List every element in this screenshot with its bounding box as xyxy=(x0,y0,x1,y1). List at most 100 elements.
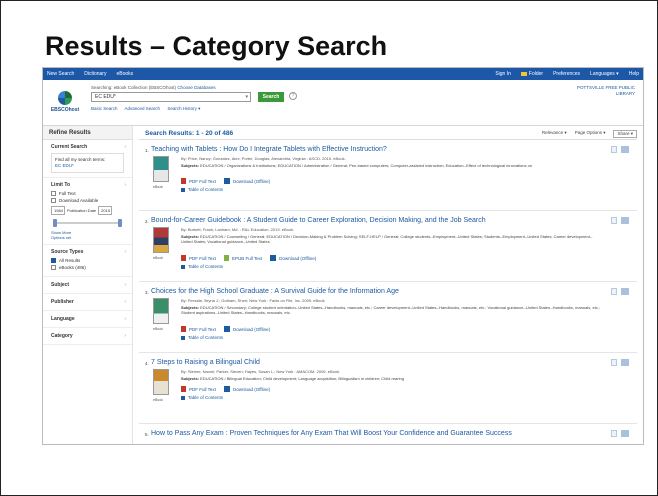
download-offline-link[interactable]: Download (Offline) xyxy=(223,326,271,332)
nav-languages[interactable]: Languages ▾ xyxy=(590,71,619,77)
nav-dictionary[interactable]: Dictionary xyxy=(84,71,106,77)
result-meta: By: Burkett, Frank; Lanham, Md. : R&L Ed… xyxy=(181,227,295,232)
download-offline-link[interactable]: Download (Offline) xyxy=(223,386,271,392)
ebook-label: eBook xyxy=(153,327,163,331)
result-item: 2. Bound-for-Career Guidebook : A Studen… xyxy=(139,211,637,282)
date-to-input[interactable]: 2015 xyxy=(98,206,113,215)
epub-icon xyxy=(223,255,229,261)
pdf-full-text-link[interactable]: PDF Full Text xyxy=(181,326,216,332)
download-offline-link[interactable]: Download (Offline) xyxy=(270,255,316,261)
download-link-label: Download (Offline) xyxy=(232,326,271,332)
book-cover-thumbnail[interactable] xyxy=(153,298,169,324)
add-to-folder-icon[interactable] xyxy=(621,146,629,153)
checkbox-icon[interactable] xyxy=(51,198,56,203)
page-options-dropdown[interactable]: Page Options ▾ xyxy=(575,130,606,138)
chevron-icon[interactable]: › xyxy=(124,144,126,150)
ebsco-logo[interactable]: EBSCOhost xyxy=(49,91,81,113)
table-of-contents-link[interactable]: Table of Contents xyxy=(181,395,223,400)
download-link-label: Download (Offline) xyxy=(279,255,317,261)
book-cover-thumbnail[interactable] xyxy=(153,369,169,395)
share-button[interactable]: Share ▾ xyxy=(613,130,637,138)
table-of-contents-link[interactable]: Table of Contents xyxy=(181,335,223,340)
nav-preferences[interactable]: Preferences xyxy=(553,71,580,77)
preview-icon[interactable] xyxy=(611,217,617,224)
checkbox-icon[interactable] xyxy=(51,265,56,270)
add-to-folder-icon[interactable] xyxy=(621,288,629,295)
current-search-section: Current Search › Find all my search term… xyxy=(43,140,132,178)
plus-icon xyxy=(181,187,185,192)
language-facet[interactable]: Language › xyxy=(43,311,132,328)
advanced-search-link[interactable]: Advanced Search xyxy=(125,106,161,111)
table-of-contents-link[interactable]: Table of Contents xyxy=(181,264,223,269)
find-all-term[interactable]: EC EDU* xyxy=(55,163,120,169)
date-from-input[interactable]: 1984 xyxy=(51,206,65,215)
result-title-link[interactable]: Bound-for-Career Guidebook : A Student G… xyxy=(151,217,486,224)
result-number: 1. xyxy=(145,148,149,153)
preview-icon[interactable] xyxy=(611,146,617,153)
chevron-icon: › xyxy=(124,299,126,305)
category-facet[interactable]: Category › xyxy=(43,328,132,345)
pdf-full-text-link[interactable]: PDF Full Text xyxy=(181,255,216,261)
preview-icon[interactable] xyxy=(611,359,617,366)
logo-text: EBSCOhost xyxy=(50,107,80,113)
chevron-icon[interactable]: › xyxy=(124,249,126,255)
full-text-checkbox[interactable]: Full Text xyxy=(51,191,124,196)
nav-sign-in[interactable]: Sign In xyxy=(495,71,511,77)
limit-to-heading[interactable]: Limit To xyxy=(51,182,124,188)
preview-icon[interactable] xyxy=(611,430,617,437)
help-icon[interactable]: ? xyxy=(289,92,297,100)
search-sublinks: Basic Search Advanced Search Search Hist… xyxy=(91,106,206,112)
ebooks-checkbox[interactable]: eBooks (486) xyxy=(51,265,124,270)
nav-new-search[interactable]: New Search xyxy=(47,71,74,77)
pdf-full-text-link[interactable]: PDF Full Text xyxy=(181,386,216,392)
search-field-dropdown-icon[interactable]: ▾ xyxy=(245,94,248,100)
publisher-facet[interactable]: Publisher › xyxy=(43,294,132,311)
chevron-icon[interactable]: › xyxy=(124,182,126,188)
subject-facet[interactable]: Subject › xyxy=(43,277,132,294)
add-to-folder-icon[interactable] xyxy=(621,359,629,366)
nav-ebooks[interactable]: eBooks xyxy=(116,71,133,77)
result-number: 5. xyxy=(145,432,149,437)
add-to-folder-icon[interactable] xyxy=(621,217,629,224)
options-set-link[interactable]: Options set xyxy=(51,235,124,240)
choose-databases-link[interactable]: Choose Databases xyxy=(177,85,215,90)
slider-handle-end[interactable] xyxy=(118,219,122,227)
preview-icon[interactable] xyxy=(611,288,617,295)
result-links: PDF Full Text Download (Offline) xyxy=(181,386,278,392)
pdf-full-text-link[interactable]: PDF Full Text xyxy=(181,178,216,184)
download-link-label: Download (Offline) xyxy=(232,386,271,392)
current-search-box: Find all my search terms: EC EDU* xyxy=(51,153,124,173)
search-button[interactable]: Search xyxy=(258,92,284,102)
add-to-folder-icon[interactable] xyxy=(621,430,629,437)
search-history-link[interactable]: Search History ▾ xyxy=(167,106,200,111)
top-nav-right: Sign In Folder Preferences Languages ▾ H… xyxy=(485,71,639,77)
nav-folder[interactable]: Folder xyxy=(520,71,543,77)
search-input[interactable]: EC EDU* ▾ xyxy=(91,92,251,102)
current-search-heading[interactable]: Current Search xyxy=(51,144,124,150)
top-nav-bar: New Search Dictionary eBooks Sign In Fol… xyxy=(43,68,643,80)
book-cover-thumbnail[interactable] xyxy=(153,227,169,253)
nav-help[interactable]: Help xyxy=(629,71,639,77)
book-cover-thumbnail[interactable] xyxy=(153,156,169,182)
slide: Results – Category Search New Search Dic… xyxy=(0,0,658,496)
basic-search-link[interactable]: Basic Search xyxy=(91,106,118,111)
table-of-contents-link[interactable]: Table of Contents xyxy=(181,187,223,192)
checkbox-icon[interactable] xyxy=(51,191,56,196)
source-types-heading[interactable]: Source Types xyxy=(51,249,124,255)
result-actions xyxy=(611,146,629,153)
checkbox-checked-icon[interactable] xyxy=(51,258,56,263)
relevance-dropdown[interactable]: Relevance ▾ xyxy=(542,130,567,138)
slider-handle-start[interactable] xyxy=(53,219,57,227)
all-results-checkbox[interactable]: All Results xyxy=(51,258,124,263)
download-available-checkbox[interactable]: Download Available xyxy=(51,198,124,203)
result-title-link[interactable]: Teaching with Tablets : How Do I Integra… xyxy=(151,146,387,153)
download-offline-link[interactable]: Download (Offline) xyxy=(223,178,270,184)
epub-full-text-link[interactable]: EPUB Full Text xyxy=(223,255,262,261)
pdf-link-label: PDF Full Text xyxy=(189,178,216,184)
result-links: PDF Full Text EPUB Full Text Download (O… xyxy=(181,255,324,261)
result-title-link[interactable]: How to Pass Any Exam : Proven Techniques… xyxy=(151,430,512,437)
date-slider[interactable] xyxy=(51,218,124,228)
result-title-link[interactable]: 7 Steps to Raising a Bilingual Child xyxy=(151,359,260,366)
result-title-link[interactable]: Choices for the High School Graduate : A… xyxy=(151,288,399,295)
result-meta: By: Price, Nancy; Gonzalez, Alex; Porter… xyxy=(181,156,346,161)
